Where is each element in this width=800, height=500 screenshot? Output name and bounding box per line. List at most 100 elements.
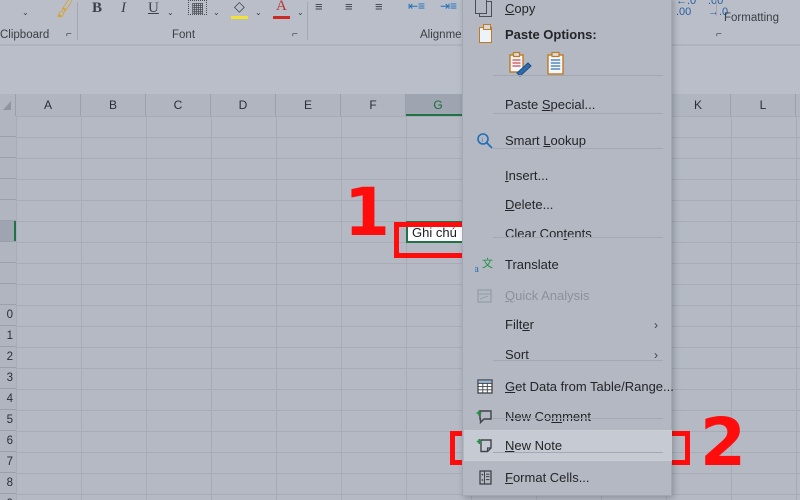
row-header[interactable]: 0 bbox=[0, 305, 16, 326]
menu-separator bbox=[493, 418, 663, 419]
select-all-corner[interactable] bbox=[0, 94, 16, 116]
font-dialog-launcher[interactable]: ⌐ bbox=[292, 29, 303, 40]
row-header[interactable] bbox=[0, 179, 16, 200]
ribbon-group-label-formatting: Formatting bbox=[724, 12, 779, 24]
clipboard-dialog-launcher[interactable]: ⌐ bbox=[66, 29, 77, 40]
gridline-horizontal bbox=[16, 200, 800, 201]
excel-window: ⌄ 🖌 Clipboard ⌐ B I U ⌄ ▦ ⌄ ◇ ⌄ A ⌄ Font… bbox=[0, 0, 800, 500]
menu-item-clear-contents[interactable]: Clear Contents bbox=[464, 218, 672, 249]
row-header[interactable] bbox=[0, 137, 16, 158]
column-header-k[interactable]: K bbox=[666, 94, 731, 116]
align-center-icon[interactable]: ≡ bbox=[345, 0, 353, 13]
gridline-horizontal bbox=[16, 347, 800, 348]
paste-dropdown-chevron-icon[interactable]: ⌄ bbox=[22, 4, 29, 17]
column-header-label: L bbox=[759, 98, 767, 112]
menu-item-label: Translate bbox=[505, 257, 559, 272]
column-header-l[interactable]: L bbox=[731, 94, 796, 116]
gridline-vertical bbox=[211, 116, 212, 500]
format-painter-icon[interactable]: 🖌 bbox=[52, 0, 79, 19]
gridline-horizontal bbox=[16, 116, 800, 117]
format-cells-icon bbox=[474, 467, 496, 489]
select-all-triangle-icon bbox=[3, 101, 11, 110]
font-color-button[interactable]: A bbox=[276, 0, 287, 14]
ribbon-group-label-font: Font bbox=[172, 29, 196, 41]
ribbon-group-number: ←.0.00 .00→.0 Formatting ⌐ bbox=[672, 0, 800, 44]
menu-item-label: Copy bbox=[505, 1, 536, 16]
borders-button[interactable]: ▦ bbox=[188, 0, 208, 15]
column-header-e[interactable]: E bbox=[276, 94, 341, 116]
row-header[interactable] bbox=[0, 221, 16, 242]
menu-item-smart-lookup[interactable]: i Smart Lookup bbox=[464, 125, 672, 156]
bold-button[interactable]: B bbox=[92, 1, 102, 16]
font-color-swatch[interactable] bbox=[273, 16, 290, 19]
gridline-vertical bbox=[341, 116, 342, 500]
row-header[interactable] bbox=[0, 158, 16, 179]
row-header[interactable]: 5 bbox=[0, 410, 16, 431]
menu-item-label: Delete... bbox=[505, 197, 554, 212]
menu-item-new-comment[interactable]: New Comment bbox=[464, 401, 672, 432]
row-header[interactable] bbox=[0, 242, 16, 263]
menu-item-label: Get Data from Table/Range... bbox=[505, 379, 674, 394]
column-header-c[interactable]: C bbox=[146, 94, 211, 116]
row-header[interactable] bbox=[0, 284, 16, 305]
number-dialog-launcher[interactable]: ⌐ bbox=[716, 29, 727, 40]
decrease-indent-icon[interactable]: ⇤≡ bbox=[408, 0, 425, 12]
increase-indent-icon[interactable]: ⇥≡ bbox=[440, 0, 457, 12]
column-header-b[interactable]: B bbox=[81, 94, 146, 116]
gridline-vertical bbox=[81, 116, 82, 500]
row-header[interactable]: 1 bbox=[0, 326, 16, 347]
underline-chevron-icon[interactable]: ⌄ bbox=[167, 4, 174, 17]
row-header[interactable]: 7 bbox=[0, 452, 16, 473]
formula-bar: 6 ▾ ⋮ ✕ ✓ fx Ghi chú bbox=[0, 46, 800, 128]
menu-item-translate[interactable]: a 文 Translate bbox=[464, 249, 672, 280]
gridline-horizontal bbox=[16, 494, 800, 495]
gridline-vertical bbox=[146, 116, 147, 500]
gridline-horizontal bbox=[16, 179, 800, 180]
column-header-f[interactable]: F bbox=[341, 94, 406, 116]
row-header[interactable]: 6 bbox=[0, 431, 16, 452]
fill-color-swatch[interactable] bbox=[231, 16, 248, 19]
column-header-d[interactable]: D bbox=[211, 94, 276, 116]
row-header[interactable] bbox=[0, 116, 16, 137]
ribbon-group-font: B I U ⌄ ▦ ⌄ ◇ ⌄ A ⌄ Font ⌐ bbox=[80, 0, 304, 44]
italic-button[interactable]: I bbox=[121, 1, 126, 16]
menu-item-paste-special[interactable]: Paste Special... bbox=[464, 89, 672, 120]
row-header[interactable] bbox=[0, 263, 16, 284]
borders-chevron-icon[interactable]: ⌄ bbox=[213, 4, 220, 17]
font-color-chevron-icon[interactable]: ⌄ bbox=[297, 4, 304, 17]
align-right-icon[interactable]: ≡ bbox=[375, 0, 383, 13]
gridline-horizontal bbox=[16, 410, 800, 411]
menu-item-label: New Comment bbox=[505, 409, 591, 424]
quick-analysis-icon bbox=[474, 285, 496, 307]
menu-item-format-cells[interactable]: Format Cells... bbox=[464, 462, 672, 493]
underline-button[interactable]: U bbox=[148, 1, 159, 16]
menu-item-new-note[interactable]: New Note bbox=[464, 430, 672, 461]
row-header[interactable]: 2 bbox=[0, 347, 16, 368]
new-note-icon bbox=[474, 435, 496, 457]
menu-item-label: Smart Lookup bbox=[505, 133, 586, 148]
column-header-a[interactable]: A bbox=[16, 94, 81, 116]
gridline-horizontal bbox=[16, 284, 800, 285]
menu-item-insert[interactable]: Insert... bbox=[464, 160, 672, 191]
fill-color-button[interactable]: ◇ bbox=[234, 0, 245, 13]
ribbon-group-label-clipboard: Clipboard bbox=[0, 29, 50, 41]
row-header[interactable]: 4 bbox=[0, 389, 16, 410]
menu-item-quick-analysis: Quick Analysis bbox=[464, 280, 672, 311]
column-header-label: F bbox=[369, 98, 377, 112]
row-header[interactable]: 3 bbox=[0, 368, 16, 389]
increase-decimal-icon[interactable]: ←.0.00 bbox=[676, 0, 696, 18]
menu-item-delete[interactable]: Delete... bbox=[464, 189, 672, 220]
menu-item-sort[interactable]: Sort › bbox=[464, 339, 672, 370]
row-header[interactable] bbox=[0, 200, 16, 221]
paste-icon bbox=[474, 23, 496, 46]
column-header-label: K bbox=[693, 98, 702, 112]
menu-item-get-data[interactable]: Get Data from Table/Range... bbox=[464, 371, 674, 402]
menu-item-filter[interactable]: Filter › bbox=[464, 309, 672, 340]
menu-item-paste-options[interactable]: Paste Options: bbox=[464, 19, 672, 50]
fill-color-chevron-icon[interactable]: ⌄ bbox=[255, 4, 262, 17]
row-header[interactable]: 8 bbox=[0, 473, 16, 494]
column-header-label: E bbox=[303, 98, 312, 112]
ribbon-separator-1 bbox=[77, 2, 78, 40]
row-header[interactable]: 9 bbox=[0, 494, 16, 500]
align-left-icon[interactable]: ≡ bbox=[315, 0, 323, 13]
